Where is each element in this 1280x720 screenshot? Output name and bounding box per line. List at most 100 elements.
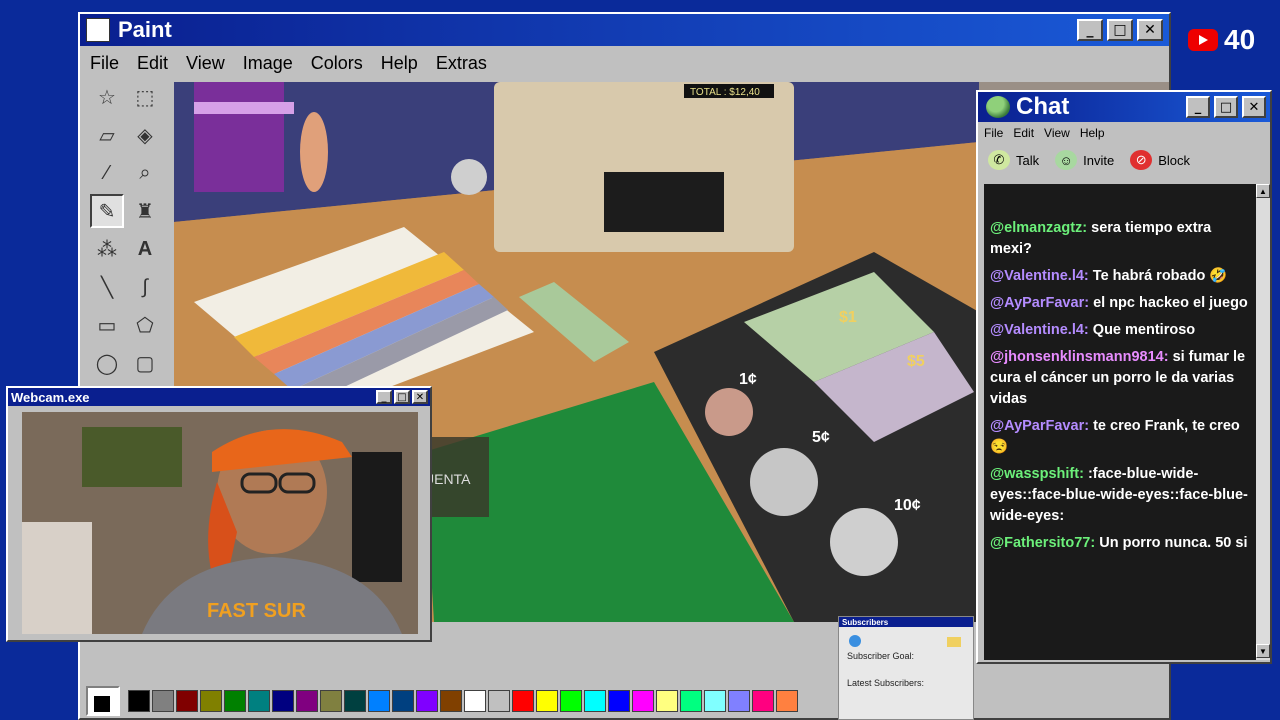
chat-minimize-button[interactable]: _ bbox=[1186, 96, 1210, 118]
magnifier-icon[interactable]: ⌕ bbox=[128, 156, 162, 190]
palette-swatch[interactable] bbox=[416, 690, 438, 712]
chat-close-button[interactable]: ✕ bbox=[1242, 96, 1266, 118]
palette-swatch[interactable] bbox=[560, 690, 582, 712]
palette-swatch[interactable] bbox=[320, 690, 342, 712]
palette-swatch[interactable] bbox=[512, 690, 534, 712]
free-select-icon[interactable]: ☆ bbox=[90, 80, 124, 114]
menu-image[interactable]: Image bbox=[243, 53, 293, 74]
webcam-maximize-button[interactable]: □ bbox=[394, 390, 410, 404]
scroll-up-icon[interactable]: ▲ bbox=[1256, 184, 1270, 198]
chat-message: @AyParFavar: te creo Frank, te creo 😒 bbox=[990, 416, 1252, 458]
palette-swatch[interactable] bbox=[368, 690, 390, 712]
chat-scrollbar[interactable]: ▲ ▼ bbox=[1256, 184, 1270, 660]
color-picker-icon[interactable]: ⁄ bbox=[90, 156, 124, 190]
palette-swatch[interactable] bbox=[344, 690, 366, 712]
talk-label: Talk bbox=[1016, 152, 1040, 168]
paint-app-icon bbox=[86, 18, 110, 42]
invite-button[interactable]: ☺ Invite bbox=[1055, 150, 1114, 170]
palette-swatch[interactable] bbox=[752, 690, 774, 712]
palette-swatch[interactable] bbox=[776, 690, 798, 712]
palette-swatch[interactable] bbox=[536, 690, 558, 712]
label-10-cent: 10¢ bbox=[894, 497, 921, 514]
palette-swatch[interactable] bbox=[272, 690, 294, 712]
chat-username[interactable]: @AyParFavar: bbox=[990, 295, 1089, 311]
palette-swatch[interactable] bbox=[464, 690, 486, 712]
menu-view[interactable]: View bbox=[186, 53, 225, 74]
subscribers-widget: Subscribers Subscriber Goal: Latest Subs… bbox=[838, 616, 974, 720]
chat-menu-file[interactable]: File bbox=[984, 126, 1003, 140]
eraser-icon[interactable]: ▱ bbox=[90, 118, 124, 152]
palette-swatch[interactable] bbox=[488, 690, 510, 712]
minimize-button[interactable]: _ bbox=[1077, 19, 1103, 41]
talk-icon: ✆ bbox=[988, 150, 1010, 170]
color-palette bbox=[86, 686, 798, 716]
scroll-down-icon[interactable]: ▼ bbox=[1256, 644, 1270, 658]
chat-maximize-button[interactable]: □ bbox=[1214, 96, 1238, 118]
chat-menu-edit[interactable]: Edit bbox=[1013, 126, 1034, 140]
palette-swatch[interactable] bbox=[632, 690, 654, 712]
chat-username[interactable]: @elmanzagtz: bbox=[990, 220, 1087, 236]
chat-username[interactable]: @jhonsenklinsmann9814: bbox=[990, 349, 1169, 365]
chat-titlebar[interactable]: Chat _ □ ✕ bbox=[978, 92, 1270, 122]
chat-actions: ✆ Talk ☺ Invite ⊘ Block bbox=[978, 144, 1270, 176]
text-icon[interactable]: A bbox=[128, 232, 162, 266]
palette-swatch[interactable] bbox=[656, 690, 678, 712]
rect-select-icon[interactable]: ⬚ bbox=[128, 80, 162, 114]
chat-username[interactable]: @Valentine.l4: bbox=[990, 268, 1089, 284]
brush-icon[interactable]: ♜ bbox=[128, 194, 162, 228]
maximize-button[interactable]: □ bbox=[1107, 19, 1133, 41]
chat-menu-help[interactable]: Help bbox=[1080, 126, 1105, 140]
menu-extras[interactable]: Extras bbox=[436, 53, 487, 74]
chat-message: @elmanzagtz: sera tiempo extra mexi? bbox=[990, 218, 1252, 260]
palette-swatch[interactable] bbox=[728, 690, 750, 712]
palette-swatch[interactable] bbox=[176, 690, 198, 712]
rectangle-icon[interactable]: ▭ bbox=[90, 308, 124, 342]
label-5-cent: 5¢ bbox=[812, 429, 830, 446]
polygon-icon[interactable]: ⬠ bbox=[128, 308, 162, 342]
scroll-track[interactable] bbox=[1256, 198, 1270, 644]
menu-file[interactable]: File bbox=[90, 53, 119, 74]
close-button[interactable]: ✕ bbox=[1137, 19, 1163, 41]
menu-edit[interactable]: Edit bbox=[137, 53, 168, 74]
palette-swatch[interactable] bbox=[200, 690, 222, 712]
palette-swatch[interactable] bbox=[440, 690, 462, 712]
label-1-dollar: $1 bbox=[839, 309, 857, 326]
palette-swatch[interactable] bbox=[224, 690, 246, 712]
menu-colors[interactable]: Colors bbox=[311, 53, 363, 74]
youtube-badge: 40 bbox=[1188, 24, 1255, 56]
webcam-titlebar[interactable]: Webcam.exe _ □ ✕ bbox=[8, 388, 430, 406]
webcam-close-button[interactable]: ✕ bbox=[412, 390, 428, 404]
chat-messages: @elmanzagtz: sera tiempo extra mexi? @Val… bbox=[984, 184, 1258, 660]
chat-username[interactable]: @Valentine.l4: bbox=[990, 322, 1089, 338]
chat-username[interactable]: @AyParFavar: bbox=[990, 418, 1089, 434]
chat-menu-view[interactable]: View bbox=[1044, 126, 1070, 140]
label-5-dollar: $5 bbox=[907, 353, 925, 370]
palette-swatch[interactable] bbox=[152, 690, 174, 712]
current-color[interactable] bbox=[86, 686, 120, 716]
talk-button[interactable]: ✆ Talk bbox=[988, 150, 1039, 170]
palette-swatches bbox=[128, 690, 798, 712]
palette-swatch[interactable] bbox=[680, 690, 702, 712]
chat-username[interactable]: @Fathersito77: bbox=[990, 535, 1095, 551]
paint-titlebar[interactable]: Paint _ □ ✕ bbox=[80, 14, 1169, 46]
menu-help[interactable]: Help bbox=[381, 53, 418, 74]
palette-swatch[interactable] bbox=[704, 690, 726, 712]
block-button[interactable]: ⊘ Block bbox=[1130, 150, 1190, 170]
palette-swatch[interactable] bbox=[608, 690, 630, 712]
palette-swatch[interactable] bbox=[296, 690, 318, 712]
chat-message-text: Un porro nunca. 50 si bbox=[1099, 535, 1248, 551]
airbrush-icon[interactable]: ⁂ bbox=[90, 232, 124, 266]
palette-swatch[interactable] bbox=[392, 690, 414, 712]
chat-username[interactable]: @wasspshift: bbox=[990, 466, 1084, 482]
fill-icon[interactable]: ◈ bbox=[128, 118, 162, 152]
ellipse-icon[interactable]: ◯ bbox=[90, 346, 124, 380]
curve-icon[interactable]: ∫ bbox=[128, 270, 162, 304]
webcam-window: Webcam.exe _ □ ✕ FAST SUR bbox=[6, 386, 432, 642]
palette-swatch[interactable] bbox=[248, 690, 270, 712]
pencil-icon[interactable]: ✎ bbox=[90, 194, 124, 228]
line-icon[interactable]: ╲ bbox=[90, 270, 124, 304]
palette-swatch[interactable] bbox=[584, 690, 606, 712]
rounded-rect-icon[interactable]: ▢ bbox=[128, 346, 162, 380]
palette-swatch[interactable] bbox=[128, 690, 150, 712]
webcam-minimize-button[interactable]: _ bbox=[376, 390, 392, 404]
